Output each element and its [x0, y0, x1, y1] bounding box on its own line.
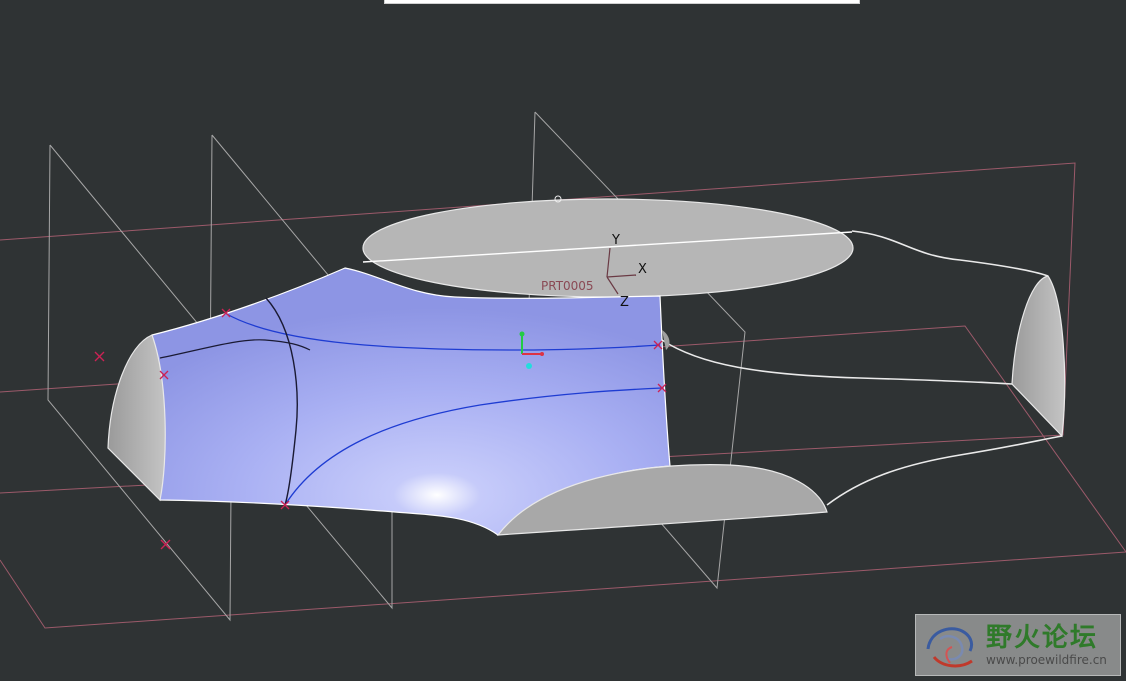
- csys-axis-z-label: Z: [620, 295, 629, 310]
- csys-axis-y-label: Y: [611, 233, 620, 248]
- point-marker: [94, 351, 105, 362]
- section-face-left[interactable]: [107, 334, 166, 502]
- watermark-title: 野火论坛: [986, 623, 1099, 653]
- csys-name-label: PRT0005: [541, 279, 594, 293]
- 3d-model-viewport[interactable]: Y X Z PRT0005: [0, 0, 1126, 681]
- wildfire-swirl-icon: [926, 627, 974, 668]
- watermark-url: www.proewildfire.cn: [986, 653, 1107, 667]
- section-face-right[interactable]: [1011, 275, 1066, 438]
- csys-axis-x-label: X: [638, 262, 647, 277]
- section-face-top[interactable]: [362, 198, 854, 298]
- forum-watermark: 野火论坛 www.proewildfire.cn: [915, 614, 1121, 676]
